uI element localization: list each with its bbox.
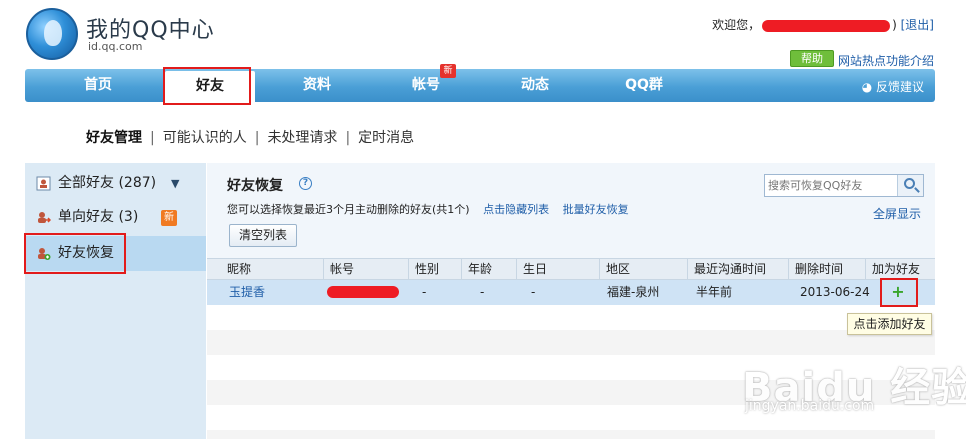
cell-age: - [480, 285, 485, 299]
column-header-age[interactable]: 年龄 [462, 259, 517, 280]
one-way-friend-icon [38, 212, 51, 223]
sidebar-item-one-way-friends[interactable]: 单向好友 (3) 新 [25, 200, 206, 235]
column-header-gender[interactable]: 性别 [409, 259, 462, 280]
welcome-text: 欢迎您， [712, 18, 761, 32]
new-badge: 新 [161, 210, 177, 226]
cell-nickname[interactable]: 玉提香 [229, 280, 265, 305]
subnav-friend-manage[interactable]: 好友管理 [86, 130, 142, 146]
cell-deleted-time: 2013-06-24 [800, 285, 870, 299]
contact-card-icon [36, 176, 51, 191]
sidebar-item-all-friends[interactable]: 全部好友 (287) ▼ [25, 166, 206, 201]
nav-qq-group[interactable]: QQ群 [599, 69, 689, 102]
nav-profile[interactable]: 资料 [272, 69, 362, 102]
cell-gender: - [422, 285, 427, 299]
cell-birthday: - [531, 285, 536, 299]
column-header-region[interactable]: 地区 [600, 259, 688, 280]
sub-nav: 好友管理 | 可能认识的人 | 未处理请求 | 定时消息 [86, 127, 414, 147]
search-button[interactable] [897, 175, 923, 196]
cell-last-contact: 半年前 [696, 285, 733, 299]
column-header-nickname[interactable]: 昵称 [221, 259, 324, 280]
search-box [764, 174, 924, 197]
nav-account-new-badge: 新 [440, 64, 456, 78]
table-row-empty [207, 305, 935, 330]
nav-feed[interactable]: 动态 [490, 69, 580, 102]
column-header-birthday[interactable]: 生日 [517, 259, 600, 280]
page-title: 好友恢复 [227, 178, 283, 194]
clear-list-button[interactable]: 清空列表 [229, 224, 297, 247]
welcome-bar: 欢迎您，) [退出] [712, 16, 934, 33]
sidebar-item-label: 全部好友 (287) [58, 175, 157, 191]
help-button[interactable]: 帮助 [790, 50, 834, 67]
help-question-icon[interactable]: ? [299, 177, 312, 190]
feedback-icon: ◕ [861, 80, 876, 94]
subnav-pending-requests[interactable]: 未处理请求 [267, 130, 337, 146]
main-nav: 首页 好友 资料 帐号 动态 QQ群 [25, 69, 935, 102]
search-icon [904, 178, 915, 189]
cell-region: 福建-泉州 [607, 285, 660, 299]
sidebar-recovery-highlight [24, 233, 126, 274]
search-input[interactable] [765, 175, 897, 196]
hot-features-link[interactable]: 网站热点功能介绍 [838, 52, 934, 69]
subnav-separator: | [345, 130, 351, 146]
table-row-empty [207, 430, 935, 439]
table-row[interactable]: 玉提香 - - - 福建-泉州 半年前 2013-06-24 + [207, 280, 935, 305]
column-header-account[interactable]: 帐号 [324, 259, 409, 280]
feedback-link[interactable]: ◕ 反馈建议 [862, 78, 924, 95]
feedback-label: 反馈建议 [875, 80, 924, 94]
nav-friends-highlight [163, 67, 251, 105]
fullscreen-link[interactable]: 全屏显示 [873, 205, 921, 222]
description: 您可以选择恢复最近3个月主动删除的好友(共1个) 点击隐藏列表 批量好友恢复 [227, 201, 629, 217]
nav-account[interactable]: 帐号 [381, 69, 471, 102]
redacted-username [762, 19, 891, 32]
site-subtitle: id.qq.com [88, 40, 143, 53]
qq-logo-icon[interactable] [26, 8, 78, 60]
subnav-separator: | [150, 130, 155, 146]
batch-recover-link[interactable]: 批量好友恢复 [563, 203, 629, 216]
nav-home[interactable]: 首页 [53, 69, 143, 102]
subnav-separator: | [254, 130, 260, 146]
welcome-name-suffix: ) [892, 18, 897, 32]
description-text: 您可以选择恢复最近3个月主动删除的好友(共1个) [227, 203, 470, 216]
subnav-scheduled-messages[interactable]: 定时消息 [358, 130, 414, 146]
chevron-down-icon[interactable]: ▼ [171, 166, 179, 201]
table-header: 昵称 帐号 性别 年龄 生日 地区 最近沟通时间 删除时间 加为好友 [207, 258, 935, 280]
baidu-watermark-url: jingyan.baidu.com [745, 398, 875, 414]
sidebar: 全部好友 (287) ▼ 单向好友 (3) 新 好友恢复 [25, 163, 206, 439]
table-row-empty [207, 330, 935, 355]
column-header-last-contact[interactable]: 最近沟通时间 [688, 259, 789, 280]
logout-link[interactable]: [退出] [901, 18, 934, 32]
column-header-deleted-time[interactable]: 删除时间 [789, 259, 866, 280]
sidebar-item-label: 单向好友 (3) [58, 209, 139, 225]
subnav-may-know[interactable]: 可能认识的人 [163, 130, 247, 146]
add-friend-highlight [880, 278, 918, 307]
main-header: 好友恢复 ? 您可以选择恢复最近3个月主动删除的好友(共1个) 点击隐藏列表 批… [207, 163, 935, 258]
hide-list-link[interactable]: 点击隐藏列表 [483, 203, 549, 216]
page: 我的QQ中心 id.qq.com 欢迎您，) [退出] 帮助 网站热点功能介绍 … [0, 0, 966, 439]
add-friend-tooltip: 点击添加好友 [847, 313, 932, 335]
cell-account-redacted [327, 286, 399, 298]
column-header-add-friend: 加为好友 [872, 262, 921, 276]
